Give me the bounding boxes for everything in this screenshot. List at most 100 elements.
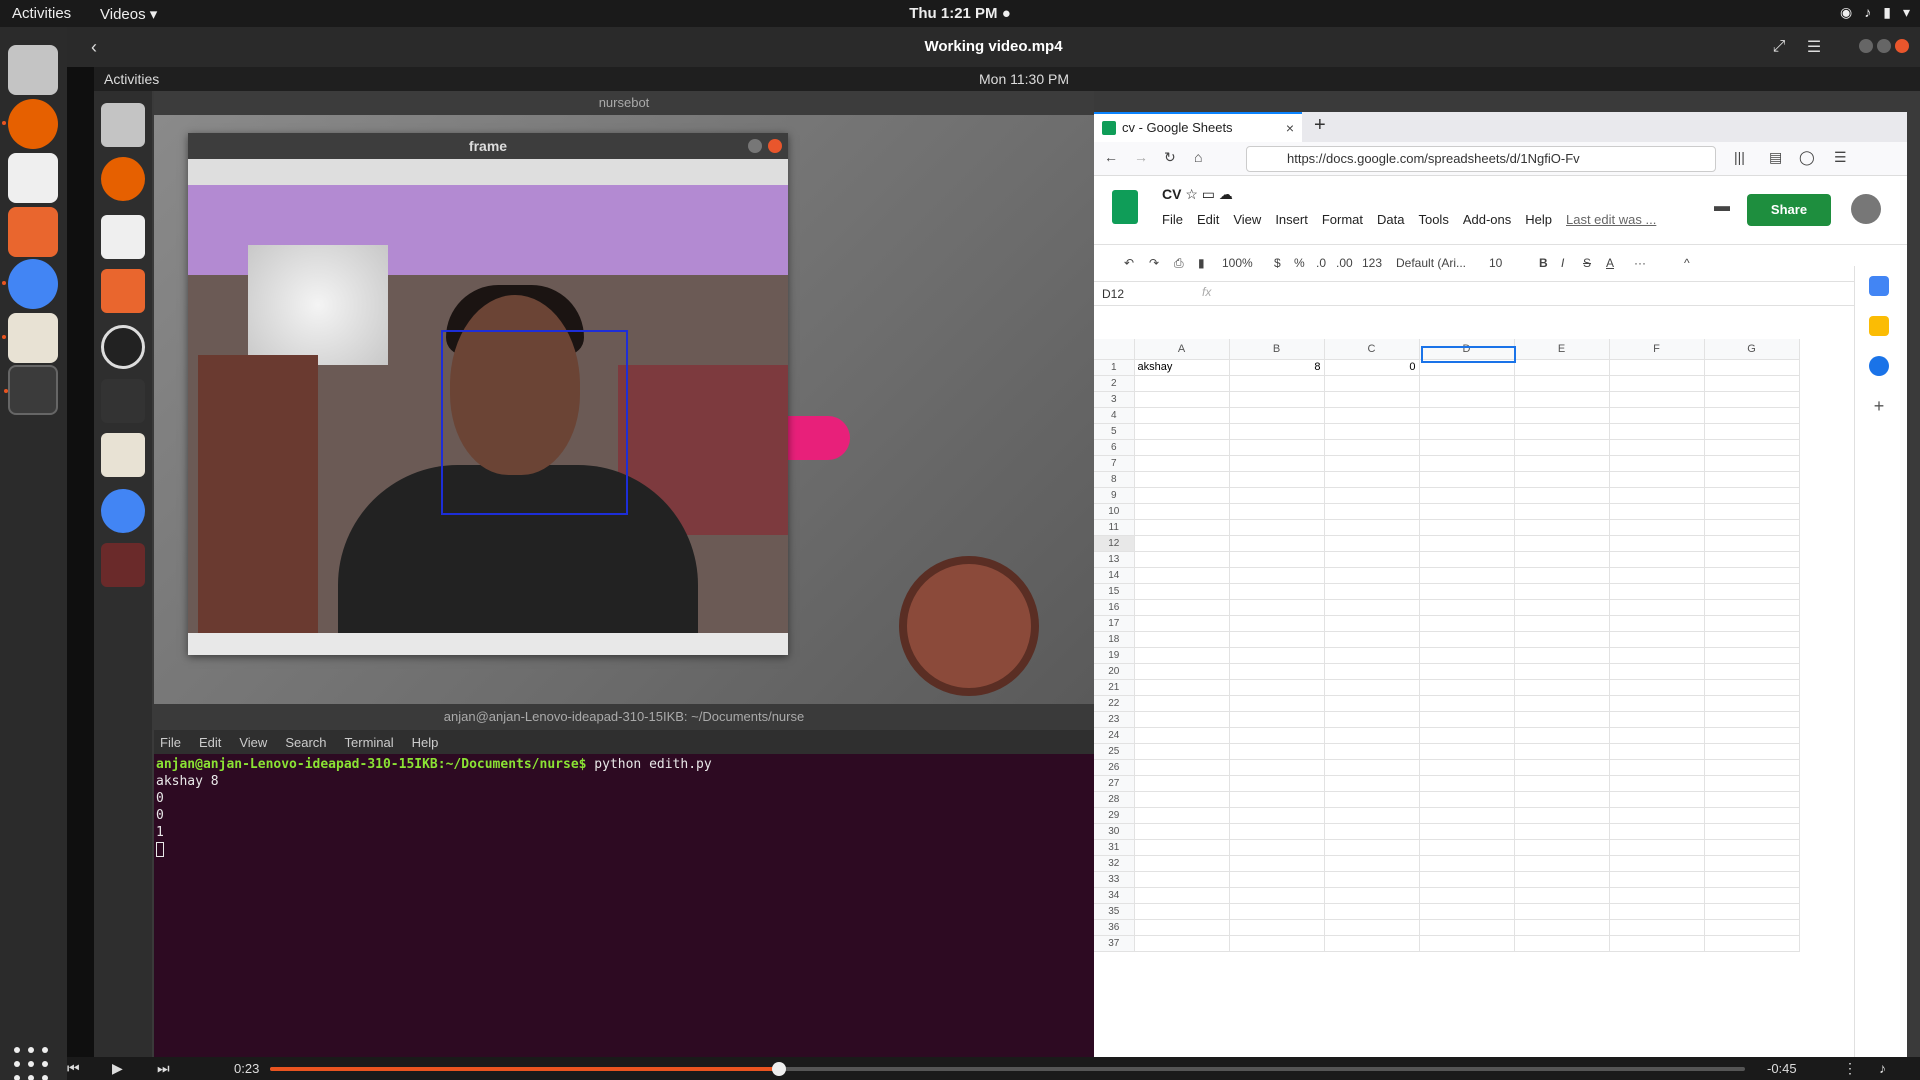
forward-icon[interactable]: → <box>1134 149 1148 165</box>
doc-title[interactable]: CV ☆ ▭ ☁ <box>1162 186 1233 203</box>
cell[interactable] <box>1134 439 1230 456</box>
cell[interactable] <box>1419 407 1515 424</box>
cell[interactable] <box>1704 679 1800 696</box>
menu-format[interactable]: Format <box>1322 212 1363 227</box>
cell[interactable] <box>1514 679 1610 696</box>
menu-data[interactable]: Data <box>1377 212 1404 227</box>
italic-button[interactable]: I <box>1561 256 1564 270</box>
cell[interactable] <box>1514 439 1610 456</box>
row-header[interactable]: 12 <box>1094 535 1135 552</box>
cell[interactable] <box>1704 903 1800 920</box>
cell[interactable] <box>1704 407 1800 424</box>
cell[interactable] <box>1134 711 1230 728</box>
cell[interactable] <box>1514 535 1610 552</box>
cell[interactable] <box>1419 439 1515 456</box>
row-header[interactable]: 6 <box>1094 439 1135 456</box>
cell[interactable] <box>1609 455 1705 472</box>
menu-help[interactable]: Help <box>1525 212 1552 227</box>
seek-handle[interactable] <box>771 1062 786 1076</box>
cell[interactable] <box>1324 887 1420 904</box>
cell[interactable] <box>1609 567 1705 584</box>
cell[interactable] <box>1324 503 1420 520</box>
cell[interactable] <box>1704 807 1800 824</box>
redo-icon[interactable]: ↷ <box>1149 256 1159 270</box>
cell[interactable] <box>1514 631 1610 648</box>
cell[interactable] <box>1229 887 1325 904</box>
cell[interactable] <box>1704 423 1800 440</box>
cell[interactable] <box>1704 935 1800 952</box>
row-header[interactable]: 19 <box>1094 647 1135 664</box>
cell[interactable] <box>1609 519 1705 536</box>
cell[interactable] <box>1704 839 1800 856</box>
cell[interactable] <box>1324 487 1420 504</box>
cell[interactable] <box>1134 679 1230 696</box>
activities-button[interactable]: Activities <box>12 5 71 22</box>
terminal-window[interactable]: anjan@anjan-Lenovo-ideapad-310-15IKB: ~/… <box>154 704 1094 1057</box>
cell[interactable] <box>1419 743 1515 760</box>
text-color-button[interactable]: A <box>1606 256 1614 270</box>
cell[interactable] <box>1229 695 1325 712</box>
sheet-table[interactable]: ABCDEFG 1 akshay 8 0 2 3 4 5 6 7 8 9 10 11 12 13 14 15 16 1… <box>1094 339 1800 952</box>
cell[interactable] <box>1229 503 1325 520</box>
cell[interactable] <box>1514 887 1610 904</box>
cell[interactable] <box>1514 839 1610 856</box>
hamburger-menu-icon[interactable]: ☰ <box>1802 36 1826 58</box>
cell[interactable] <box>1324 871 1420 888</box>
cell[interactable] <box>1514 551 1610 568</box>
cell[interactable] <box>1704 791 1800 808</box>
cell[interactable]: 8 <box>1229 359 1325 376</box>
comments-icon[interactable]: ▬ <box>1714 198 1736 218</box>
tab-google-sheets[interactable]: cv - Google Sheets × <box>1094 112 1302 142</box>
cell[interactable] <box>1229 615 1325 632</box>
cell[interactable] <box>1704 695 1800 712</box>
maximize-window-button[interactable] <box>1877 39 1891 53</box>
system-tray[interactable]: ◉ ♪ ▮ ▾ <box>1840 4 1910 21</box>
cell[interactable] <box>1609 807 1705 824</box>
row-header[interactable]: 33 <box>1094 871 1135 888</box>
cell[interactable] <box>1609 871 1705 888</box>
more-formats-button[interactable]: 123 <box>1362 256 1382 270</box>
cell[interactable] <box>1229 903 1325 920</box>
next-icon[interactable]: ⏭ <box>157 1060 170 1077</box>
software-center-icon[interactable] <box>8 207 58 257</box>
cell[interactable] <box>1609 583 1705 600</box>
row-header[interactable]: 22 <box>1094 695 1135 712</box>
move-folder-icon[interactable]: ▭ <box>1202 186 1215 202</box>
cell[interactable] <box>1514 807 1610 824</box>
cell[interactable] <box>1419 775 1515 792</box>
row-header[interactable]: 7 <box>1094 455 1135 472</box>
cell[interactable] <box>1704 455 1800 472</box>
url-bar[interactable]: https://docs.google.com/spreadsheets/d/1… <box>1246 146 1716 172</box>
cell[interactable] <box>1609 535 1705 552</box>
cell[interactable] <box>1514 615 1610 632</box>
cell[interactable] <box>1514 823 1610 840</box>
cell[interactable] <box>1324 407 1420 424</box>
cell[interactable] <box>1609 791 1705 808</box>
cell[interactable] <box>1704 359 1800 376</box>
cell[interactable] <box>1704 391 1800 408</box>
cell[interactable] <box>1514 743 1610 760</box>
cell[interactable] <box>1514 375 1610 392</box>
row-header[interactable]: 2 <box>1094 375 1135 392</box>
row-header[interactable]: 25 <box>1094 743 1135 760</box>
cell[interactable] <box>1324 855 1420 872</box>
cell[interactable] <box>1134 567 1230 584</box>
cell[interactable] <box>1419 487 1515 504</box>
cell[interactable] <box>1229 487 1325 504</box>
cell[interactable] <box>1609 647 1705 664</box>
cell[interactable] <box>1324 759 1420 776</box>
cell[interactable] <box>1514 663 1610 680</box>
cell[interactable] <box>1324 471 1420 488</box>
cell[interactable] <box>1229 631 1325 648</box>
row-header[interactable]: 21 <box>1094 679 1135 696</box>
video-frame[interactable]: Activities Mon 11:30 PM nursebot back fr… <box>94 67 1920 1057</box>
cell[interactable] <box>1229 599 1325 616</box>
cell[interactable] <box>1704 471 1800 488</box>
cell[interactable] <box>1134 695 1230 712</box>
row-header[interactable]: 16 <box>1094 599 1135 616</box>
cell[interactable] <box>1229 567 1325 584</box>
cell[interactable] <box>1324 727 1420 744</box>
show-applications-icon[interactable] <box>14 1047 50 1080</box>
cell[interactable] <box>1704 535 1800 552</box>
print-icon[interactable]: ⎙ <box>1174 256 1184 271</box>
